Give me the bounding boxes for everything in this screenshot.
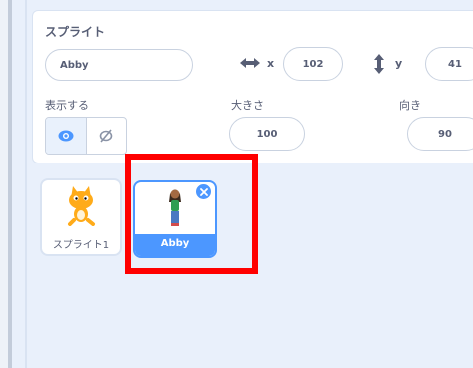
direction-label: 向き [399, 99, 421, 112]
pane-divider [25, 0, 27, 368]
eye-slash-icon [99, 129, 113, 143]
sprite-title: スプライト [45, 25, 106, 39]
y-input[interactable]: 41 [425, 47, 473, 81]
vertical-arrows-icon [374, 54, 384, 74]
hide-button[interactable] [87, 118, 127, 154]
size-input[interactable]: 100 [229, 117, 305, 151]
cat-icon [68, 186, 95, 226]
eye-icon [58, 130, 74, 142]
left-gutter [0, 0, 12, 368]
x-label: x [267, 57, 275, 70]
size-label: 大きさ [231, 99, 264, 112]
y-label: y [395, 57, 403, 70]
sprite-tile-label: スプライト1 [52, 240, 110, 251]
red-highlight-box [125, 154, 258, 274]
direction-input[interactable]: 90 [407, 117, 473, 151]
sprite-tile-sprite1[interactable]: スプライト1 [40, 178, 122, 256]
sprite-name-input[interactable]: Abby [45, 49, 193, 81]
show-label: 表示する [45, 99, 89, 112]
horizontal-arrows-icon [240, 58, 260, 68]
x-input[interactable]: 102 [283, 47, 343, 81]
show-button[interactable] [46, 118, 87, 154]
scrollbar[interactable] [8, 0, 12, 368]
visibility-toggle [45, 117, 127, 155]
sprite-info-panel: スプライト Abby x 102 y 41 表示する 大きさ 100 向き 90 [32, 10, 473, 164]
